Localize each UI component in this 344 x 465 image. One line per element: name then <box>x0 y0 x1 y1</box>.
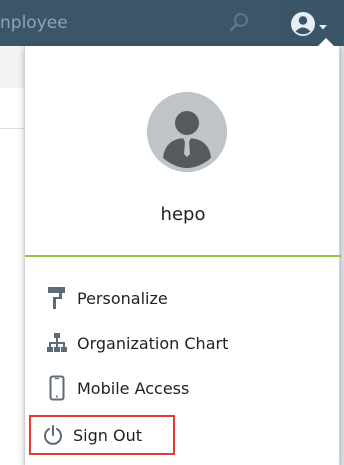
chevron-down-icon <box>319 25 327 30</box>
search-area[interactable]: nployee <box>0 0 278 46</box>
menu-item-sign-out[interactable]: Sign Out <box>29 415 175 455</box>
person-avatar-icon <box>147 92 227 172</box>
search-input[interactable]: nployee <box>0 12 68 34</box>
menu-item-organization-chart[interactable]: Organization Chart <box>33 326 333 360</box>
menu-divider <box>25 255 341 257</box>
mobile-phone-icon <box>43 374 71 402</box>
user-circle-icon <box>291 12 327 36</box>
menu-item-label: Mobile Access <box>77 378 190 398</box>
menu-item-label: Sign Out <box>73 425 142 445</box>
top-bar: nployee <box>0 0 344 46</box>
background-page-toolbar <box>0 46 24 88</box>
menu-item-label: Personalize <box>77 288 168 308</box>
username-label: hepo <box>160 204 206 225</box>
background-page-divider <box>0 128 24 129</box>
user-menu-button[interactable] <box>290 10 344 38</box>
menu-item-label: Organization Chart <box>77 333 229 353</box>
menu-item-mobile-access[interactable]: Mobile Access <box>33 371 333 405</box>
power-icon <box>39 421 67 449</box>
org-chart-icon <box>43 329 71 357</box>
paint-roller-icon <box>43 284 71 312</box>
background-page-left <box>0 46 24 465</box>
menu-item-personalize[interactable]: Personalize <box>33 281 333 315</box>
user-dropdown-menu: hepo Personalize Organization Chart Mobi… <box>24 38 341 465</box>
search-icon[interactable] <box>228 11 250 33</box>
dropdown-caret <box>317 38 335 47</box>
